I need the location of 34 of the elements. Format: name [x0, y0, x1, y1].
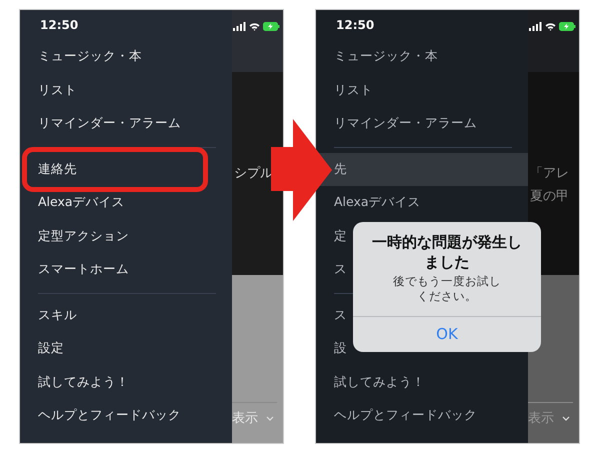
arrow-icon: [271, 119, 333, 223]
menu-item[interactable]: 試してみよう！: [20, 366, 232, 399]
wifi-icon: [545, 22, 556, 31]
menu-item[interactable]: 先: [316, 152, 528, 186]
menu-item[interactable]: ミュージック・本: [316, 40, 528, 74]
alert-title: 一時的な問題が発生しました: [371, 232, 523, 273]
menu-item[interactable]: 設定: [20, 332, 232, 366]
menu-item[interactable]: ミュージック・本: [20, 40, 232, 74]
menu-item[interactable]: スキル: [20, 298, 232, 332]
menu-item[interactable]: リスト: [20, 74, 232, 107]
chevron-down-icon: [562, 416, 570, 420]
battery-icon: [263, 22, 280, 31]
battery-icon: [559, 22, 576, 31]
menu-item[interactable]: ヘルプとフィードバック: [20, 399, 232, 432]
menu-item[interactable]: リマインダー・アラーム: [20, 107, 232, 140]
show-label: 表示: [528, 410, 554, 427]
menu-item[interactable]: 試してみよう！: [316, 366, 528, 399]
menu-item[interactable]: 定型アクション: [20, 220, 232, 253]
status-time: 12:50: [336, 18, 374, 32]
content-text: 夏の甲: [529, 188, 570, 206]
signal-icon: [233, 22, 246, 31]
status-time: 12:50: [40, 18, 78, 32]
signal-icon: [529, 22, 542, 31]
show-label: 表示: [232, 410, 258, 427]
wifi-icon: [249, 22, 260, 31]
menu-item[interactable]: ヘルプとフィードバック: [316, 399, 528, 432]
menu-item[interactable]: Alexaデバイス: [316, 186, 528, 220]
alert-message: 後でもう一度お試しください。: [392, 274, 502, 305]
chevron-down-icon: [266, 416, 274, 420]
menu-item[interactable]: リマインダー・アラーム: [316, 107, 528, 140]
menu-item[interactable]: スマートホーム: [20, 253, 232, 286]
menu-item[interactable]: リスト: [316, 74, 528, 107]
content-text: 「アレ: [529, 165, 570, 183]
menu-item[interactable]: 連絡先: [22, 146, 208, 192]
